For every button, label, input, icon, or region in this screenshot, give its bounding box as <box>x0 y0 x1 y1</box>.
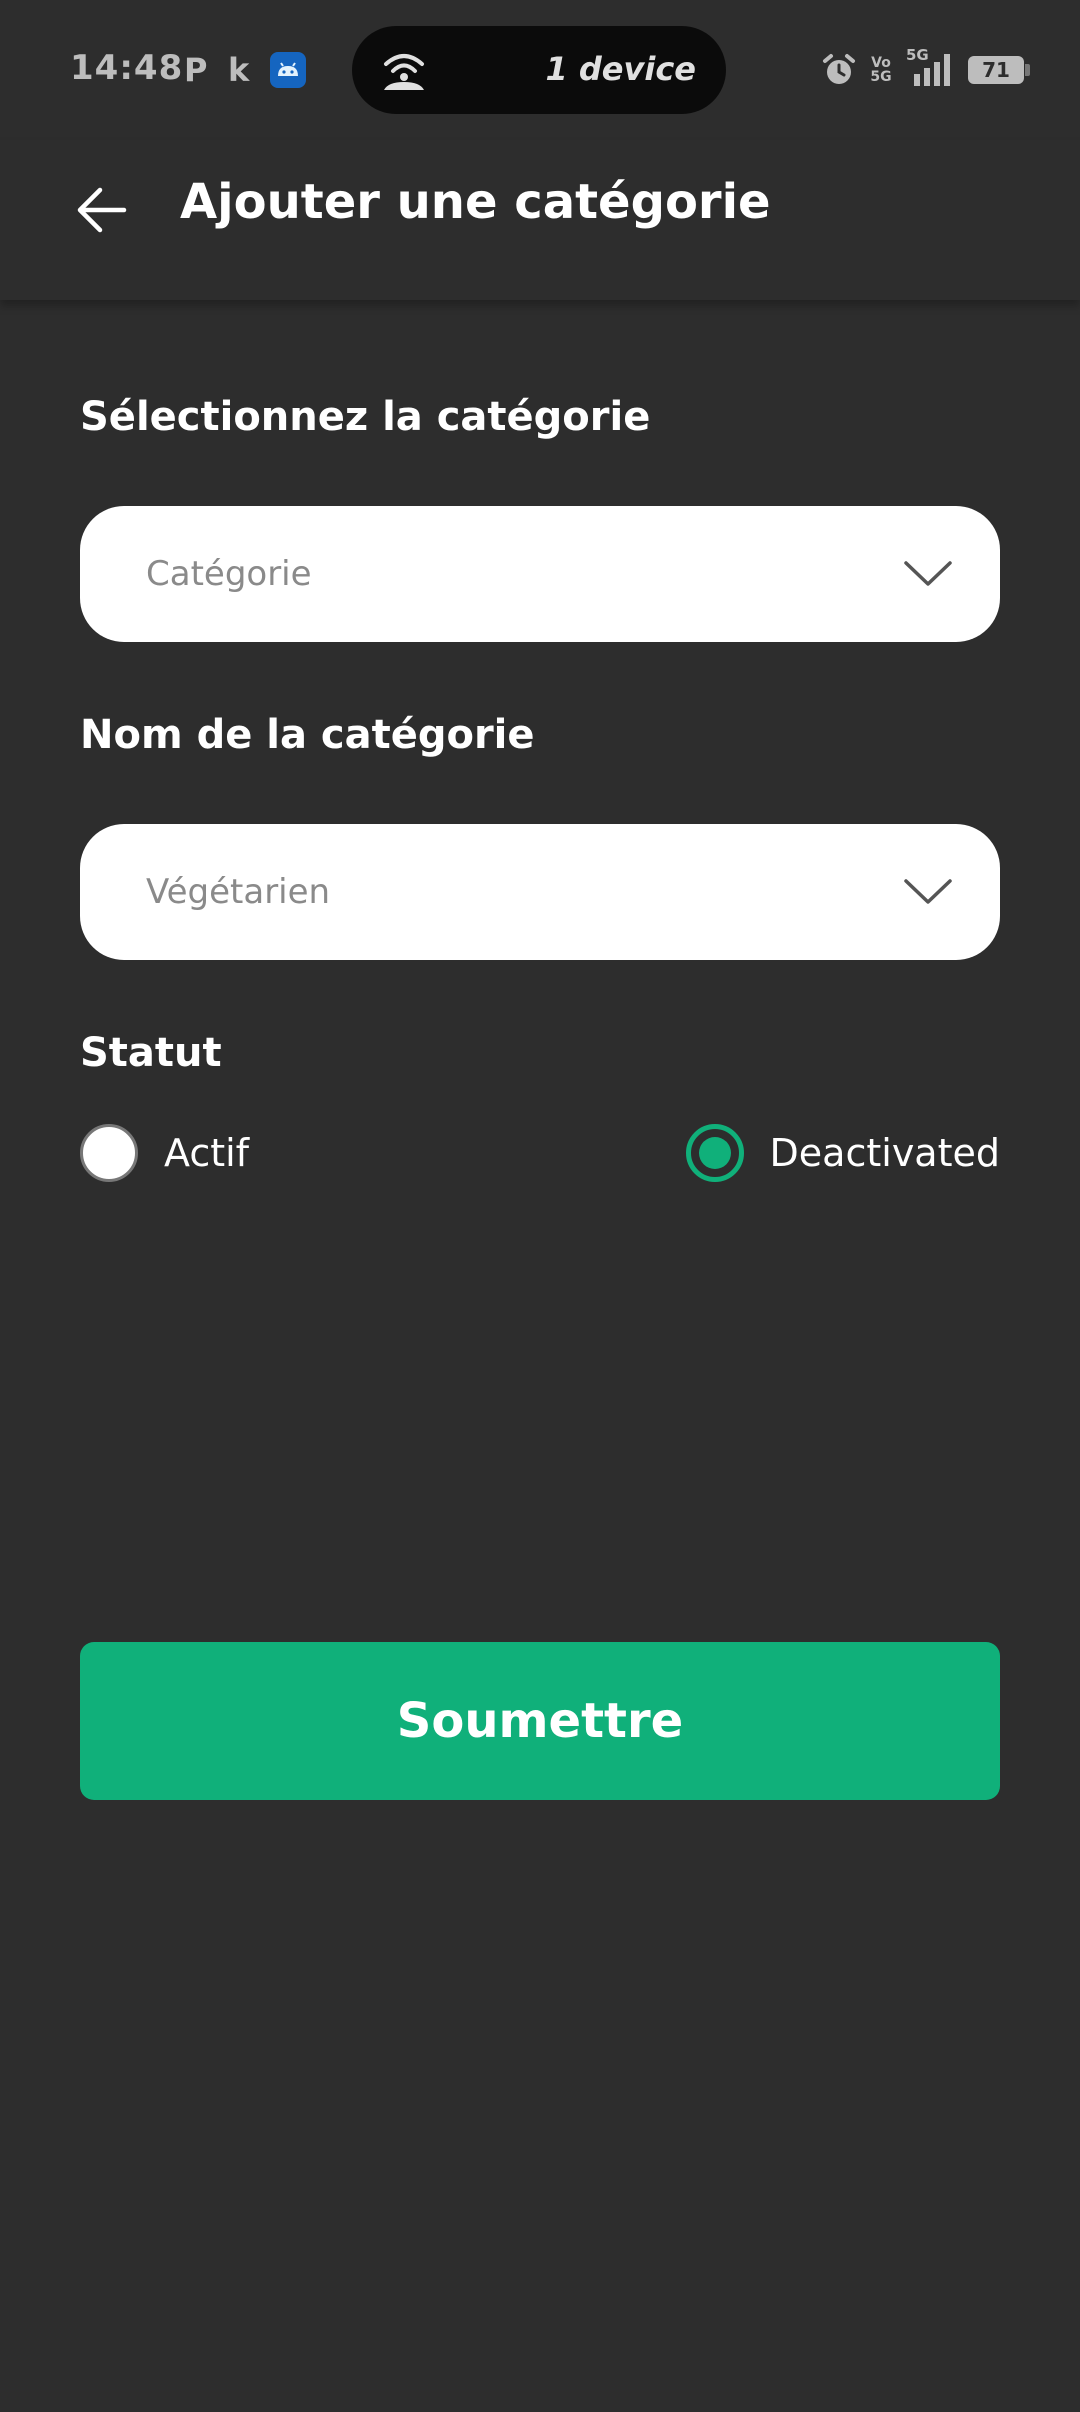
hotspot-device-count: 1 device <box>545 50 696 88</box>
status-option-actif[interactable]: Actif <box>80 1118 249 1188</box>
status-option-deactivated[interactable]: Deactivated <box>685 1118 1000 1188</box>
battery-icon: 71 <box>968 56 1030 84</box>
name-section-label: Nom de la catégorie <box>80 712 535 758</box>
radio-checked[interactable] <box>685 1124 744 1182</box>
alarm-icon <box>823 54 855 84</box>
status-time: 14:48 <box>70 48 184 88</box>
status-right-icons: Vo 5G 5G 71 <box>822 46 1030 90</box>
chevron-down-icon <box>904 561 952 586</box>
category-select-value: Catégorie <box>146 554 312 594</box>
hotspot-icon <box>384 54 424 90</box>
parking-icon: P <box>184 51 208 89</box>
submit-button[interactable]: Soumettre <box>80 1642 1000 1800</box>
category-name-select[interactable]: Végétarien <box>80 824 1000 960</box>
android-icon <box>270 52 306 88</box>
status-section-label: Statut <box>80 1030 222 1076</box>
chevron-down-icon <box>904 879 952 904</box>
status-radio-group: Actif Deactivated <box>80 1118 1000 1188</box>
volte-icon: Vo 5G <box>870 55 892 85</box>
app-header: Ajouter une catégorie <box>0 140 1080 300</box>
status-option-label: Deactivated <box>769 1131 1000 1175</box>
arrow-left-icon <box>77 187 127 233</box>
page-title: Ajouter une catégorie <box>180 174 771 230</box>
hotspot-indicator[interactable]: 1 device <box>352 26 726 114</box>
status-bar: 14:48 P k 1 device Vo 5G 5G 71 <box>0 0 1080 140</box>
back-button[interactable] <box>70 178 134 242</box>
status-option-label: Actif <box>164 1131 250 1175</box>
radio-unchecked[interactable] <box>80 1124 138 1182</box>
notification-icon: k <box>228 51 250 89</box>
category-select[interactable]: Catégorie <box>80 506 1000 642</box>
category-section-label: Sélectionnez la catégorie <box>80 394 651 440</box>
category-name-select-value: Végétarien <box>146 872 331 912</box>
signal-icon: 5G <box>906 46 954 88</box>
